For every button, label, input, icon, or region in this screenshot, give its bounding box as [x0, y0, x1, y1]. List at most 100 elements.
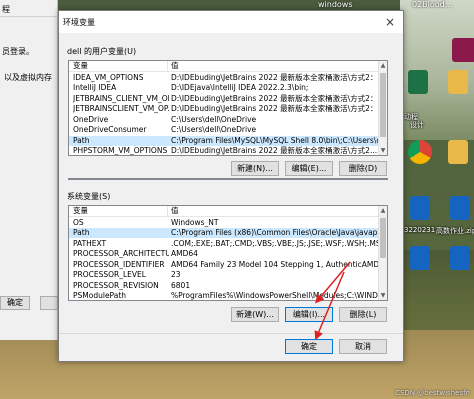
var-name: JETBRAINSCLIENT_VM_OP... [73, 104, 169, 113]
user-col-value[interactable]: 值 [171, 61, 179, 71]
close-icon[interactable]: × [383, 15, 397, 29]
chrome-icon[interactable] [408, 140, 432, 164]
sys-var-row[interactable]: OS Windows_NT [69, 218, 379, 228]
sys-edit-button[interactable]: 编辑(I)... [285, 307, 333, 322]
user-col-name[interactable]: 变量 [73, 61, 88, 71]
user-new-button[interactable]: 新建(N)... [231, 161, 279, 176]
user-vars-header: 变量 值 [69, 61, 379, 72]
var-name: Path [73, 228, 90, 237]
bg-window-text-1: 员登录。 [2, 47, 34, 56]
folder-icon-2[interactable] [448, 140, 468, 164]
var-name: OneDriveConsumer [73, 125, 147, 134]
zip-icon-4[interactable] [450, 246, 470, 270]
var-name: JETBRAINS_CLIENT_VM_OP... [73, 94, 169, 103]
var-name: PROCESSOR_ARCHITECTURE [73, 249, 169, 258]
sys-var-row[interactable]: PROCESSOR_LEVEL 23 [69, 270, 379, 280]
var-value: C:\Program Files (x86)\Common Files\Orac… [171, 228, 379, 237]
var-value: C:\Users\dell\OneDrive [171, 125, 257, 134]
sys-new-button[interactable]: 新建(W)... [231, 307, 279, 322]
sys-col-value[interactable]: 值 [171, 206, 179, 216]
bg-divider [0, 16, 58, 17]
zip-icon-3[interactable] [410, 246, 430, 270]
sys-var-row[interactable]: PROCESSOR_ARCHITECTUREAMD64 [69, 249, 379, 259]
dialog-titlebar[interactable]: 环境变量 × [59, 11, 403, 33]
var-value: D:\IDEbuding\JetBrains 2022 最新版本全家桶激活\方式… [171, 146, 378, 155]
background-window: 程 员登录。 以及虚拟内存 确定 [0, 0, 58, 340]
user-var-row[interactable]: JETBRAINSCLIENT_VM_OP... D:\IDEbuding\Jet… [69, 104, 379, 114]
env-vars-dialog: 环境变量 × dell 的用户变量(U) 变量 值 IDEA_VM_OPTION… [58, 10, 404, 362]
user-delete-button[interactable]: 删除(D) [339, 161, 387, 176]
desktop-top-label-1: windows [318, 0, 353, 9]
user-var-row[interactable]: IntelliJ IDEA D:\IDEjava\IntelliJ IDEA 20… [69, 83, 379, 93]
var-name: PROCESSOR_LEVEL [73, 270, 146, 279]
var-name: IDEA_VM_OPTIONS [73, 73, 144, 82]
var-name: PATHEXT [73, 239, 107, 248]
sys-var-row[interactable]: PROCESSOR_REVISION 6801 [69, 281, 379, 291]
user-edit-button[interactable]: 编辑(E)... [285, 161, 333, 176]
user-list-scrollbar[interactable]: ▲ ▼ [378, 61, 387, 155]
excel-icon[interactable] [408, 70, 428, 94]
user-var-row[interactable]: JETBRAINS_CLIENT_VM_OP... D:\IDEbuding\Je… [69, 94, 379, 104]
user-var-row[interactable]: PHPSTORM_VM_OPTIONS D:\IDEbuding\JetBrain… [69, 146, 379, 155]
cancel-button[interactable]: 取消 [339, 339, 387, 354]
var-name: IntelliJ IDEA [73, 83, 117, 92]
user-vars-list[interactable]: 变量 值 IDEA_VM_OPTIONS D:\IDEbuding\JetBrai… [68, 60, 388, 156]
user-vars-label: dell 的用户变量(U) [67, 47, 137, 56]
sys-list-scrollbar[interactable]: ▲ ▼ [378, 206, 387, 300]
scroll-thumb[interactable] [380, 218, 386, 258]
sys-var-row[interactable]: PROCESSOR_IDENTIFIER AMD64 Family 23 Mode… [69, 260, 379, 270]
column-separator [167, 206, 168, 217]
var-value: AMD64 [171, 249, 198, 258]
spacer-2 [68, 178, 388, 180]
sys-vars-label: 系统变量(S) [67, 192, 111, 201]
bg-window-text-2: 以及虚拟内存 [4, 73, 52, 82]
sys-var-row[interactable]: PATHEXT .COM;.EXE;.BAT;.CMD;.VBS;.VBE;.JS… [69, 239, 379, 249]
user-var-row[interactable]: OneDriveConsumer C:\Users\dell\OneDrive [69, 125, 379, 135]
ok-button[interactable]: 确定 [285, 339, 333, 354]
var-value: D:\IDEbuding\JetBrains 2022 最新版本全家桶激活\方式… [171, 73, 379, 82]
bg-window-title: 程 [2, 5, 10, 14]
sys-col-name[interactable]: 变量 [73, 206, 88, 216]
var-name: OneDrive [73, 115, 109, 124]
var-value: %ProgramFiles%\WindowsPowerShell\Modules… [171, 291, 379, 300]
var-value: AMD64 Family 23 Model 104 Stepping 1, Au… [171, 260, 379, 269]
scroll-down-icon[interactable]: ▼ [379, 146, 387, 155]
sys-var-row[interactable]: PSModulePath %ProgramFiles%\WindowsPowerS… [69, 291, 379, 300]
var-value: .COM;.EXE;.BAT;.CMD;.VBS;.VBE;.JS;.JSE;.… [171, 239, 379, 248]
var-value: Windows_NT [171, 218, 219, 227]
zip-icon-2[interactable] [450, 196, 470, 220]
desktop-label-homework-zip: 高数作业.zip [436, 227, 474, 235]
var-name: PHPSTORM_VM_OPTIONS [73, 146, 168, 155]
var-value: 23 [171, 270, 181, 279]
var-name: OS [73, 218, 84, 227]
bg-ok-button[interactable]: 确定 [0, 296, 30, 310]
var-value: D:\IDEjava\IntelliJ IDEA 2022.2.3\bin; [171, 83, 309, 92]
scroll-up-icon[interactable]: ▲ [379, 206, 387, 215]
var-name: PROCESSOR_IDENTIFIER [73, 260, 165, 269]
zip-icon-1[interactable] [410, 196, 430, 220]
desktop-top-label-2: 02Blood... [412, 0, 453, 9]
var-value: 6801 [171, 281, 191, 290]
sys-vars-list[interactable]: 变量 值 OS Windows_NT Path C:\Program Files (… [68, 205, 388, 301]
desktop-label-course: 动程 [404, 113, 418, 121]
sys-delete-button[interactable]: 删除(L) [339, 307, 387, 322]
column-separator [167, 61, 168, 72]
folder-icon-1[interactable] [448, 70, 468, 94]
winrar-icon[interactable] [452, 38, 474, 62]
bg-other-button[interactable] [40, 296, 58, 310]
desktop-label-3220231: 3220231 [404, 226, 436, 234]
dialog-divider [59, 333, 403, 334]
var-name: Path [73, 136, 90, 145]
var-value: D:\IDEbuding\JetBrains 2022 最新版本全家桶激活\方式… [171, 104, 379, 113]
scroll-thumb[interactable] [380, 73, 386, 137]
user-var-row-selected[interactable]: Path C:\Program Files\MySQL\MySQL Shell 8… [69, 136, 379, 146]
scroll-down-icon[interactable]: ▼ [379, 291, 387, 300]
var-value: C:\Users\dell\OneDrive [171, 115, 257, 124]
scroll-up-icon[interactable]: ▲ [379, 61, 387, 70]
var-name: PSModulePath [73, 291, 127, 300]
user-var-row[interactable]: OneDrive C:\Users\dell\OneDrive [69, 115, 379, 125]
sys-var-row-selected[interactable]: Path C:\Program Files (x86)\Common Files\… [69, 228, 379, 238]
var-name: PROCESSOR_REVISION [73, 281, 159, 290]
var-value: D:\IDEbuding\JetBrains 2022 最新版本全家桶激活\方式… [171, 94, 379, 103]
user-var-row[interactable]: IDEA_VM_OPTIONS D:\IDEbuding\JetBrains 20… [69, 73, 379, 83]
